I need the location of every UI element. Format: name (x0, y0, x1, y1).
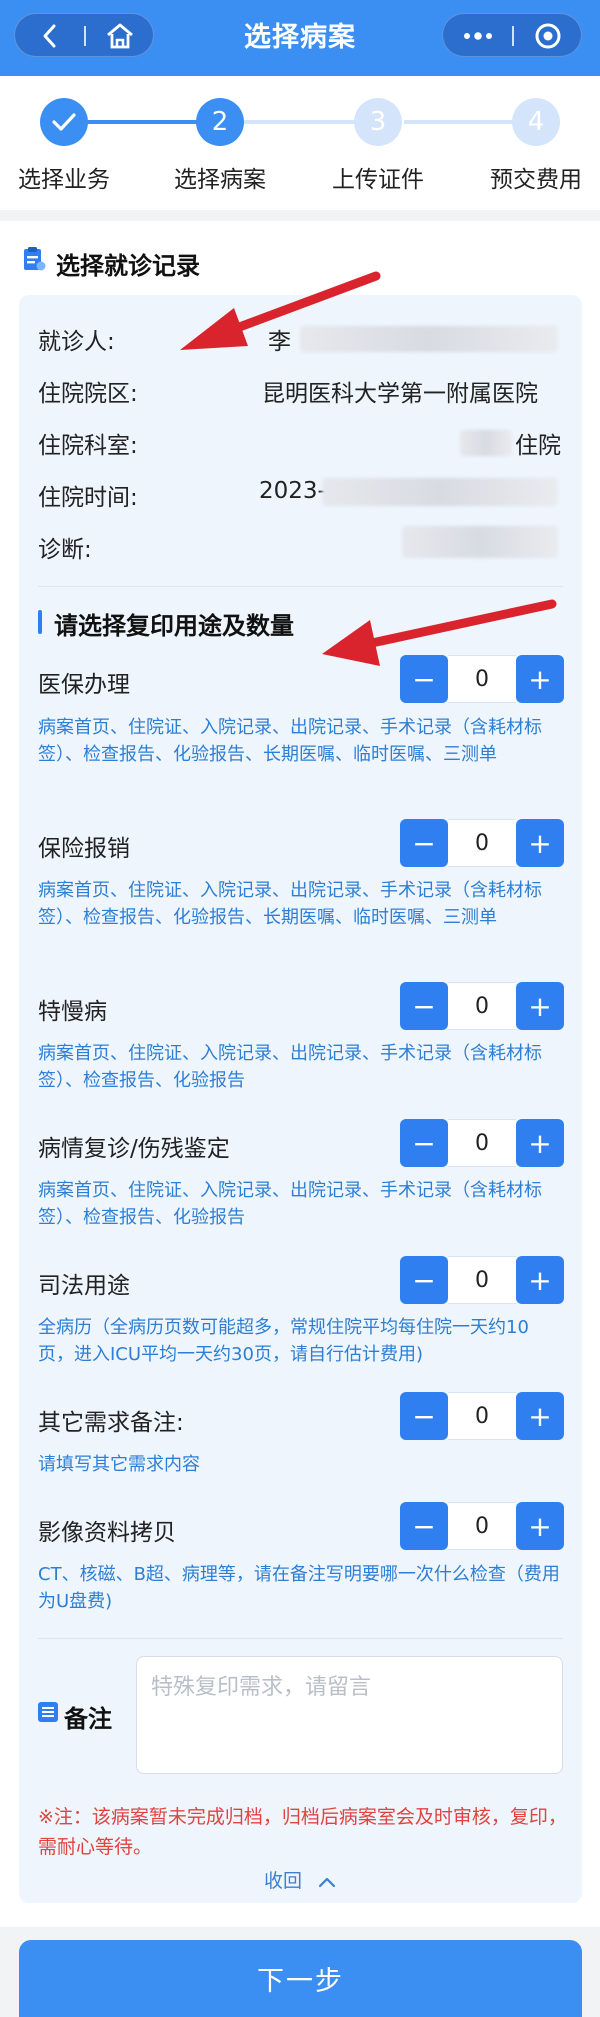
chevron-up-icon (318, 1877, 336, 1887)
step-1-label: 选择业务 (18, 167, 110, 193)
decrement-button[interactable]: − (400, 1256, 448, 1304)
purpose-desc-chronic-disease: 病案首页、住院证、入院记录、出院记录、手术记录（含耗材标签）、检查报告、化验报告 (38, 1043, 542, 1091)
quantity-value[interactable]: 0 (448, 982, 516, 1030)
divider (38, 586, 563, 587)
back-arrow-icon[interactable] (15, 14, 85, 58)
page-title: 选择病案 (244, 22, 356, 53)
step-2-circle: 2 (196, 98, 244, 146)
purpose-desc-insurance-claim: 病案首页、住院证、入院记录、出院记录、手术记录（含耗材标签）、检查报告、化验报告… (38, 880, 542, 928)
nav-capsule-right (442, 13, 582, 57)
quantity-value[interactable]: 0 (448, 1256, 516, 1304)
department-value: 住院 (515, 433, 561, 459)
remark-label: 备注 (64, 1705, 112, 1733)
check-icon (52, 113, 76, 131)
purpose-name-other-needs: 其它需求备注: (38, 1410, 184, 1436)
remark-textarea[interactable] (136, 1656, 563, 1774)
more-dots-icon[interactable] (443, 14, 513, 58)
patient-label: 就诊人: (38, 329, 115, 355)
purpose-desc-judicial: 全病历（全病历页数可能超多，常规住院平均每住院一天约10页，进入ICU平均一天约… (38, 1317, 529, 1365)
purpose-section-title: 请选择复印用途及数量 (54, 612, 294, 640)
increment-button[interactable]: + (516, 1392, 564, 1440)
nav-header: 选择病案 (0, 0, 600, 76)
increment-button[interactable]: + (516, 1502, 564, 1550)
campus-value: 昆明医科大学第一附属医院 (262, 381, 538, 407)
redacted-blur (460, 430, 512, 456)
quantity-value[interactable]: 0 (448, 819, 516, 867)
quantity-value[interactable]: 0 (448, 1119, 516, 1167)
admission-time-value: 2023- (259, 478, 326, 504)
step-4-label: 预交费用 (490, 167, 582, 193)
progress-steps: 2 3 4 选择业务 选择病案 上传证件 预交费用 (0, 76, 600, 210)
quantity-stepper-follow-up-disability: − 0 + (400, 1119, 564, 1167)
divider (38, 1638, 563, 1639)
home-icon[interactable] (85, 14, 155, 58)
redacted-blur (322, 478, 558, 506)
step-3-label: 上传证件 (332, 167, 424, 193)
increment-button[interactable]: + (516, 819, 564, 867)
purpose-name-judicial: 司法用途 (38, 1273, 130, 1299)
decrement-button[interactable]: − (400, 982, 448, 1030)
purpose-desc-other-needs: 请填写其它需求内容 (38, 1454, 200, 1475)
step-1-circle (40, 98, 88, 146)
department-label: 住院科室: (38, 433, 138, 459)
purpose-desc-medical-insurance: 病案首页、住院证、入院记录、出院记录、手术记录（含耗材标签）、检查报告、化验报告… (38, 717, 542, 765)
quantity-stepper-other-needs: − 0 + (400, 1392, 564, 1440)
increment-button[interactable]: + (516, 1256, 564, 1304)
purpose-name-insurance-claim: 保险报销 (38, 836, 130, 862)
record-icon (22, 246, 46, 276)
next-step-button[interactable]: 下一步 (19, 1940, 582, 2017)
nav-capsule-left (14, 13, 154, 57)
target-close-icon[interactable] (513, 14, 583, 58)
step-4-circle: 4 (512, 98, 560, 146)
quantity-stepper-chronic-disease: − 0 + (400, 982, 564, 1030)
quantity-value[interactable]: 0 (448, 1392, 516, 1440)
annotation-arrow-icon (180, 271, 381, 350)
quantity-stepper-judicial: − 0 + (400, 1256, 564, 1304)
diagnosis-label: 诊断: (38, 537, 92, 563)
collapse-label: 收回 (263, 1870, 302, 1892)
quantity-value[interactable]: 0 (448, 1502, 516, 1550)
decrement-button[interactable]: − (400, 1392, 448, 1440)
purpose-name-imaging-copy: 影像资料拷贝 (38, 1520, 176, 1546)
increment-button[interactable]: + (516, 1119, 564, 1167)
increment-button[interactable]: + (516, 982, 564, 1030)
quantity-stepper-insurance-claim: − 0 + (400, 819, 564, 867)
annotation-arrow-icon (322, 599, 557, 666)
archive-notice: ※注：该病案暂未完成归档，归档后病案室会及时审核，复印，需耐心等待。 (38, 1806, 567, 1858)
step-2-label: 选择病案 (174, 167, 266, 193)
list-icon (38, 1702, 58, 1726)
purpose-name-medical-insurance: 医保办理 (38, 672, 130, 698)
step-3-circle: 3 (354, 98, 402, 146)
purpose-name-chronic-disease: 特慢病 (38, 999, 107, 1025)
purpose-desc-imaging-copy: CT、核磁、B超、病理等，请在备注写明要哪一次什么检查（费用为U盘费) (38, 1564, 560, 1612)
collapse-toggle[interactable]: 收回 (0, 1866, 600, 1893)
campus-label: 住院院区: (38, 381, 138, 407)
quantity-stepper-imaging-copy: − 0 + (400, 1502, 564, 1550)
section-accent-bar (38, 610, 42, 634)
decrement-button[interactable]: − (400, 1119, 448, 1167)
purpose-desc-follow-up-disability: 病案首页、住院证、入院记录、出院记录、手术记录（含耗材标签）、检查报告、化验报告 (38, 1180, 542, 1228)
redacted-blur (402, 526, 558, 558)
decrement-button[interactable]: − (400, 1502, 448, 1550)
decrement-button[interactable]: − (400, 819, 448, 867)
purpose-name-follow-up-disability: 病情复诊/伤残鉴定 (38, 1136, 230, 1162)
admission-time-label: 住院时间: (38, 485, 138, 511)
